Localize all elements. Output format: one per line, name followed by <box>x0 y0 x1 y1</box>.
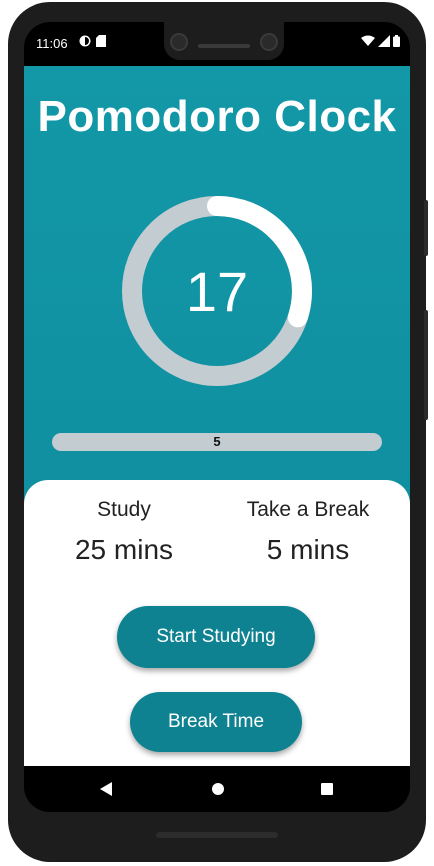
back-icon[interactable] <box>100 782 112 796</box>
status-bar: 11:06 <box>24 22 410 66</box>
break-time-button[interactable]: Break Time <box>130 692 302 752</box>
app-title: Pomodoro Clock <box>37 92 397 141</box>
sd-card-icon <box>96 35 106 47</box>
break-column: Take a Break 5 mins <box>218 498 398 566</box>
phone-frame: 11:06 Pomodoro Clock 17 5 Study 25 mins … <box>8 2 428 862</box>
camera-notch <box>164 22 284 60</box>
countdown-number: 17 <box>185 259 249 323</box>
break-label: Take a Break <box>246 498 370 521</box>
settings-card: Study 25 mins Take a Break 5 mins Start … <box>24 480 410 766</box>
study-label: Study <box>97 498 151 521</box>
app-screen: Pomodoro Clock 17 5 Study 25 mins Take a… <box>24 66 410 766</box>
front-camera-2 <box>260 33 278 51</box>
home-icon[interactable] <box>212 783 224 795</box>
wifi-icon <box>361 35 375 46</box>
screen: 11:06 Pomodoro Clock 17 5 Study 25 mins … <box>24 22 410 812</box>
progress-bar: 5 <box>52 433 382 451</box>
study-duration: 25 mins <box>74 534 174 565</box>
progress-label: 5 <box>213 434 221 449</box>
volume-button <box>424 310 428 420</box>
battery-icon <box>393 35 400 47</box>
navigation-bar <box>24 766 410 812</box>
start-studying-button[interactable]: Start Studying <box>117 606 315 668</box>
recents-icon[interactable] <box>321 783 333 795</box>
app-notification-icon <box>79 35 91 47</box>
study-column: Study 25 mins <box>34 498 214 566</box>
status-time: 11:06 <box>36 36 68 51</box>
bottom-speaker-grille <box>156 832 278 838</box>
front-camera <box>170 33 188 51</box>
power-button <box>424 200 428 256</box>
signal-icon <box>378 35 390 47</box>
break-duration: 5 mins <box>266 534 350 565</box>
earpiece-speaker <box>198 44 250 48</box>
